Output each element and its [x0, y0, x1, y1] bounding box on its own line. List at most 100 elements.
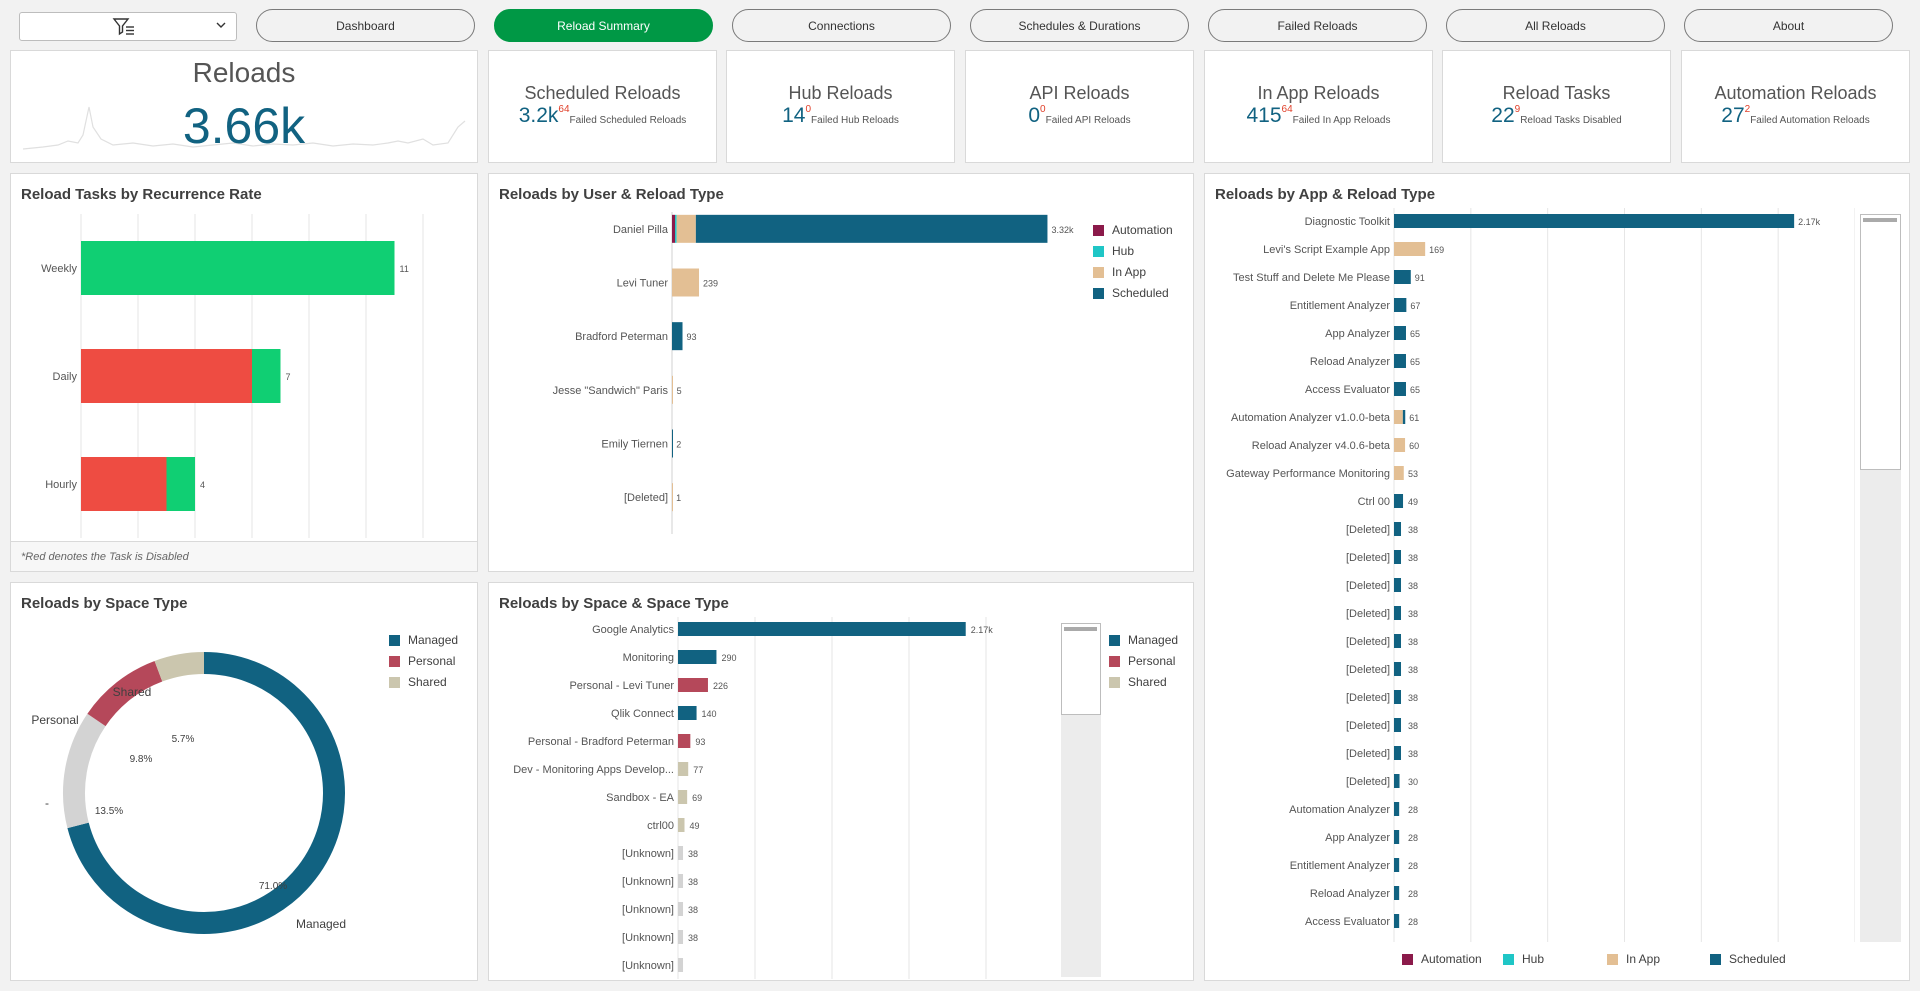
legend-hub[interactable]: Hub — [1503, 952, 1544, 966]
bar-segment — [1394, 242, 1426, 256]
legend-in-app[interactable]: In App — [1607, 952, 1660, 966]
category-label: Monitoring — [623, 652, 674, 664]
bar-value-label: 7 — [286, 372, 291, 382]
donut-slice — [154, 652, 205, 682]
bar-value-label: 91 — [1415, 273, 1425, 283]
bar-segment — [1402, 410, 1406, 424]
category-label: Bradford Peterman — [575, 331, 668, 343]
bar-segment — [166, 457, 195, 511]
legend-personal[interactable]: Personal — [1109, 654, 1175, 668]
bar-value-label: 28 — [1408, 917, 1418, 927]
bar-segment — [672, 214, 676, 243]
legend-managed[interactable]: Managed — [389, 633, 458, 647]
space-scrollbar-thumb[interactable] — [1061, 623, 1101, 715]
bar-segment — [1394, 494, 1404, 508]
bar-value-label: 169 — [1429, 245, 1444, 255]
bar-segment — [1394, 606, 1402, 620]
bar-value-label: 140 — [702, 709, 717, 719]
bar — [678, 930, 684, 944]
category-label: [Deleted] — [1346, 580, 1390, 592]
nav-failed-reloads-button[interactable]: Failed Reloads — [1208, 9, 1427, 42]
user-type-chart: Daniel Pilla 3.32k Levi Tuner 239 Bradford P… — [553, 212, 1074, 534]
legend-label: Automation — [1112, 223, 1173, 237]
donut-slice — [63, 713, 106, 829]
bar-segment — [81, 241, 395, 295]
kpi-reloads-title: Reloads — [192, 57, 296, 88]
space-type-panel-title: Reloads by Space Type — [21, 595, 188, 612]
legend-label: Hub — [1522, 952, 1545, 966]
bar-value-label: 2 — [676, 440, 681, 450]
legend-automation[interactable]: Automation — [1402, 952, 1482, 966]
bar-segment — [1394, 270, 1411, 284]
bar-value-label: 93 — [695, 737, 705, 747]
legend-shared[interactable]: Shared — [1109, 675, 1167, 689]
kpi-tasks-title: Reload Tasks — [1502, 83, 1611, 103]
category-label: Diagnostic Toolkit — [1305, 216, 1390, 228]
category-label: [Deleted] — [1346, 776, 1390, 788]
filter-dropdown[interactable] — [19, 12, 237, 41]
legend-label: Personal — [1128, 654, 1176, 668]
space-chart-scrollbar[interactable] — [1061, 623, 1101, 977]
category-label: [Unknown] — [622, 960, 674, 972]
kpi-inapp-reloads-card: In App Reloads 415 64 Failed In App Reload… — [1204, 50, 1433, 163]
bar-segment — [1394, 662, 1402, 676]
bar-segment — [1394, 914, 1400, 928]
bar-segment — [672, 322, 683, 351]
kpi-tasks-disabled-count: 9 — [1514, 104, 1521, 115]
kpi-api-value: 0 — [1028, 104, 1041, 127]
slice-label: Shared — [113, 685, 152, 699]
nav-all-reloads-button[interactable]: All Reloads — [1446, 9, 1665, 42]
legend-scheduled[interactable]: Scheduled — [1710, 952, 1786, 966]
bar-value-label: 38 — [1408, 581, 1418, 591]
kpi-api-reloads-card: API Reloads 0 0 Failed API Reloads — [965, 50, 1194, 163]
kpi-tasks-value: 22 — [1491, 104, 1515, 127]
bar-value-label: 38 — [1408, 721, 1418, 731]
recurrence-chart: Weekly 11 Daily 7 Hourly 4 — [41, 214, 424, 538]
legend-label: Scheduled — [1112, 286, 1169, 300]
bar-value-label: 49 — [1408, 497, 1418, 507]
category-label: Personal - Levi Tuner — [569, 680, 674, 692]
category-label: Entitlement Analyzer — [1290, 300, 1391, 312]
app-type-panel-title: Reloads by App & Reload Type — [1215, 186, 1436, 203]
nav-connections-button[interactable]: Connections — [732, 9, 951, 42]
legend-personal[interactable]: Personal — [389, 654, 455, 668]
bar — [678, 902, 684, 916]
legend-scheduled[interactable]: Scheduled — [1093, 286, 1169, 300]
space-space-type-panel: Reloads by Space & Space Type Google Ana… — [488, 582, 1194, 981]
legend-shared[interactable]: Shared — [389, 675, 447, 689]
kpi-api-title: API Reloads — [1029, 83, 1130, 103]
bar — [678, 958, 684, 972]
bar-segment — [1394, 298, 1407, 312]
category-label: [Unknown] — [622, 876, 674, 888]
nav-reload-summary-button[interactable]: Reload Summary — [494, 9, 713, 42]
legend-hub[interactable]: Hub — [1093, 244, 1134, 258]
category-label: Google Analytics — [592, 624, 674, 636]
kpi-scheduled-value: 3.2k — [518, 104, 559, 127]
bar-segment — [1394, 802, 1400, 816]
bar-segment — [675, 214, 677, 243]
app-reload-type-panel: Reloads by App & Reload Type Diagnostic … — [1204, 173, 1910, 981]
kpi-tasks-sub: Reload Tasks Disabled — [1520, 115, 1622, 126]
legend-in-app[interactable]: In App — [1093, 265, 1146, 279]
legend-automation[interactable]: Automation — [1093, 223, 1173, 237]
bar-value-label: 38 — [1408, 609, 1418, 619]
kpi-api-sub: Failed API Reloads — [1045, 115, 1131, 126]
bar-value-label: 5 — [677, 386, 682, 396]
bar-segment — [1394, 214, 1795, 228]
nav-schedules-durations-button[interactable]: Schedules & Durations — [970, 9, 1189, 42]
nav-dashboard-button[interactable]: Dashboard — [256, 9, 475, 42]
category-label: Personal - Bradford Peterman — [528, 736, 674, 748]
bar-value-label: 28 — [1408, 889, 1418, 899]
app-scrollbar-thumb[interactable] — [1860, 214, 1901, 470]
top-navigation-bar: Dashboard Reload Summary Connections Sch… — [0, 0, 1920, 50]
kpi-automation-title: Automation Reloads — [1714, 83, 1877, 103]
nav-about-button[interactable]: About — [1684, 9, 1893, 42]
category-label: Automation Analyzer v1.0.0-beta — [1231, 412, 1391, 424]
app-chart-scrollbar[interactable] — [1860, 214, 1901, 942]
kpi-inapp-sub: Failed In App Reloads — [1292, 115, 1391, 126]
bar-value-label: 38 — [1408, 637, 1418, 647]
category-label: [Deleted] — [1346, 664, 1390, 676]
bar-value-label: 1 — [676, 493, 681, 503]
legend-managed[interactable]: Managed — [1109, 633, 1178, 647]
bar-value-label: 38 — [1408, 665, 1418, 675]
